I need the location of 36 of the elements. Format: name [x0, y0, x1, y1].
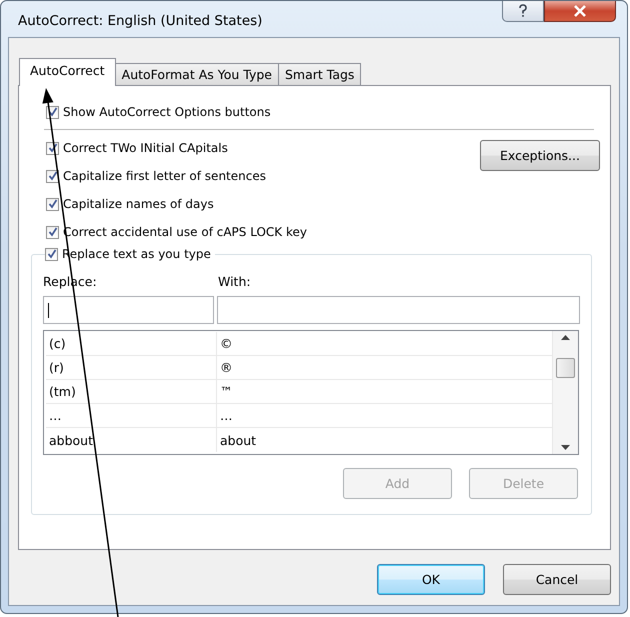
table-cell-text: ™ [219, 383, 232, 401]
help-button[interactable] [502, 1, 544, 22]
table-cell: … [46, 404, 217, 427]
table-cell-text: ® [219, 359, 232, 377]
scrollbar-thumb[interactable] [556, 358, 575, 378]
exceptions-button[interactable]: Exceptions... [480, 140, 600, 171]
with-label: With: [218, 274, 251, 291]
tab[interactable]: Smart Tags [278, 63, 362, 85]
table-cell: abbout [46, 428, 217, 452]
checkbox[interactable] [46, 170, 59, 182]
table-cell: (r) [46, 356, 217, 379]
scrollbar[interactable] [552, 331, 578, 454]
checkbox-label[interactable]: Correct TWo INitial CApitals [63, 140, 228, 156]
table-cell: (tm) [46, 380, 217, 403]
table-cell-text: about [219, 432, 256, 450]
close-button[interactable] [544, 1, 616, 22]
table-cell-text: … [219, 407, 232, 425]
scroll-up-icon[interactable] [561, 335, 570, 340]
with-field[interactable] [216, 296, 580, 324]
table-cell-text: © [219, 335, 232, 353]
tab[interactable]: AutoFormat As You Type [114, 63, 279, 85]
checkbox[interactable] [45, 248, 58, 260]
table-cell: (c) [46, 332, 217, 355]
window-title: AutoCorrect: English (United States) [18, 13, 262, 29]
checkbox-label[interactable]: Capitalize first letter of sentences [63, 168, 266, 184]
replace-field[interactable] [43, 296, 214, 324]
checkbox[interactable] [46, 226, 59, 238]
tab[interactable]: AutoCorrect [19, 58, 116, 86]
scroll-down-icon[interactable] [561, 445, 570, 450]
cancel-button[interactable]: Cancel [503, 564, 611, 595]
checkbox-label[interactable]: Capitalize names of days [63, 196, 214, 212]
question-mark-icon [518, 4, 528, 18]
checkbox[interactable] [46, 198, 59, 210]
close-icon [573, 5, 587, 17]
checkbox-label[interactable]: Show AutoCorrect Options buttons [63, 104, 271, 120]
ok-button[interactable]: OK [377, 564, 485, 595]
